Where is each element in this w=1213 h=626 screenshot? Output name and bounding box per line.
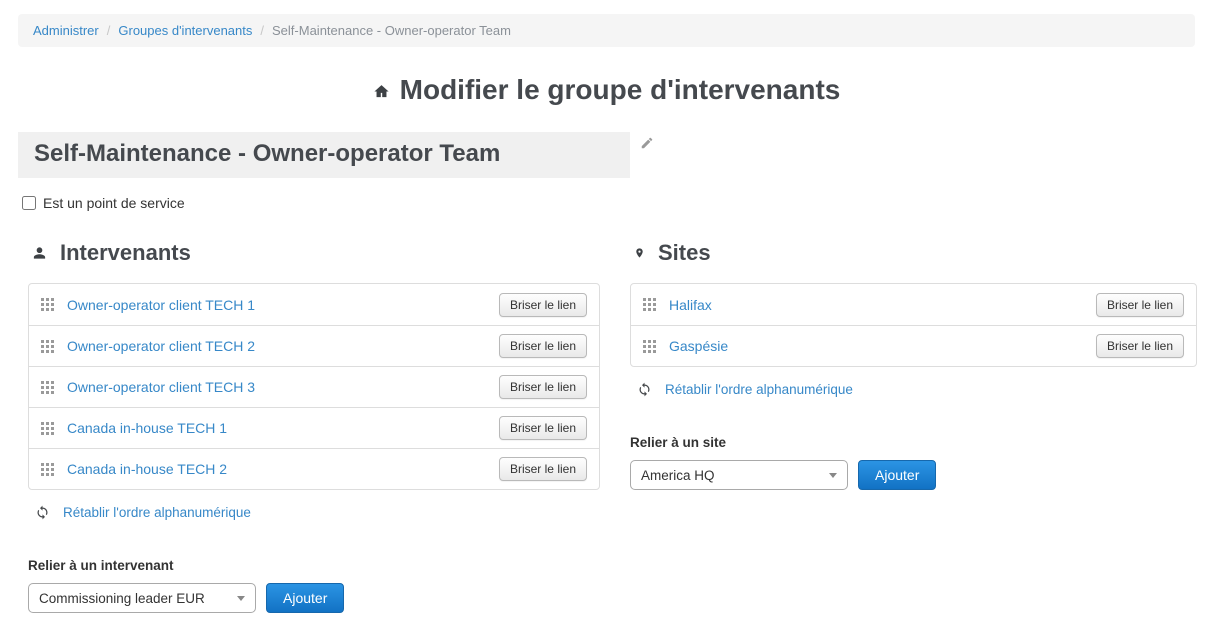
- sites-list: Halifax Briser le lien Gaspésie Briser l…: [630, 283, 1197, 367]
- main-columns: Intervenants Owner-operator client TECH …: [28, 240, 1197, 613]
- site-link[interactable]: Halifax: [669, 297, 712, 313]
- intervenant-select-value: Commissioning leader EUR: [39, 591, 205, 606]
- link-site-label: Relier à un site: [630, 435, 1197, 450]
- intervenants-title-text: Intervenants: [60, 240, 191, 266]
- drag-handle-icon[interactable]: [643, 298, 656, 311]
- pencil-edit-icon[interactable]: [640, 136, 654, 150]
- intervenant-list-item: Owner-operator client TECH 2 Briser le l…: [29, 325, 599, 366]
- intervenant-list-item: Canada in-house TECH 1 Briser le lien: [29, 407, 599, 448]
- group-name-row: Self-Maintenance - Owner-operator Team: [18, 132, 1195, 178]
- breadcrumb-link-groupes-intervenants[interactable]: Groupes d'intervenants: [118, 23, 252, 38]
- site-link[interactable]: Gaspésie: [669, 338, 728, 354]
- intervenants-title: Intervenants: [32, 240, 600, 266]
- intervenant-link[interactable]: Owner-operator client TECH 2: [67, 338, 255, 354]
- reset-order-label: Rétablir l'ordre alphanumérique: [63, 505, 251, 520]
- reset-order-link-intervenants[interactable]: Rétablir l'ordre alphanumérique: [35, 505, 251, 520]
- unlink-button[interactable]: Briser le lien: [499, 293, 587, 317]
- unlink-button[interactable]: Briser le lien: [1096, 334, 1184, 358]
- service-point-label: Est un point de service: [43, 195, 185, 211]
- intervenant-link[interactable]: Canada in-house TECH 1: [67, 420, 227, 436]
- chevron-down-icon: [829, 473, 837, 478]
- breadcrumb-current-page: Self-Maintenance - Owner-operator Team: [272, 23, 511, 38]
- unlink-button[interactable]: Briser le lien: [499, 375, 587, 399]
- reset-order-link-sites[interactable]: Rétablir l'ordre alphanumérique: [637, 382, 853, 397]
- page-title-text: Modifier le groupe d'intervenants: [400, 74, 841, 106]
- unlink-button[interactable]: Briser le lien: [1096, 293, 1184, 317]
- site-list-item: Halifax Briser le lien: [631, 284, 1196, 325]
- intervenant-link[interactable]: Canada in-house TECH 2: [67, 461, 227, 477]
- drag-handle-icon[interactable]: [41, 422, 54, 435]
- intervenant-list-item: Canada in-house TECH 2 Briser le lien: [29, 448, 599, 489]
- breadcrumb: Administrer / Groupes d'intervenants / S…: [18, 14, 1195, 47]
- link-site-form: Relier à un site America HQ Ajouter: [630, 435, 1197, 490]
- site-select[interactable]: America HQ: [630, 460, 848, 490]
- service-point-row: Est un point de service: [22, 195, 1195, 211]
- intervenant-list-item: Owner-operator client TECH 1 Briser le l…: [29, 284, 599, 325]
- drag-handle-icon[interactable]: [643, 340, 656, 353]
- unlink-button[interactable]: Briser le lien: [499, 416, 587, 440]
- reset-order-label: Rétablir l'ordre alphanumérique: [665, 382, 853, 397]
- drag-handle-icon[interactable]: [41, 340, 54, 353]
- site-list-item: Gaspésie Briser le lien: [631, 325, 1196, 366]
- home-icon: [373, 83, 390, 100]
- link-intervenant-form: Relier à un intervenant Commissioning le…: [28, 558, 600, 613]
- chevron-down-icon: [237, 596, 245, 601]
- breadcrumb-separator: /: [260, 23, 264, 38]
- intervenant-select[interactable]: Commissioning leader EUR: [28, 583, 256, 613]
- person-icon: [32, 245, 47, 261]
- drag-handle-icon[interactable]: [41, 381, 54, 394]
- intervenants-section: Intervenants Owner-operator client TECH …: [28, 240, 600, 613]
- sites-title-text: Sites: [658, 240, 711, 266]
- map-marker-icon: [634, 245, 645, 261]
- sites-title: Sites: [634, 240, 1197, 266]
- page-title: Modifier le groupe d'intervenants: [0, 74, 1213, 106]
- refresh-icon: [637, 382, 652, 397]
- intervenants-list: Owner-operator client TECH 1 Briser le l…: [28, 283, 600, 490]
- service-point-checkbox[interactable]: [22, 196, 36, 210]
- sites-section: Sites Halifax Briser le lien Gaspésie: [630, 240, 1197, 613]
- unlink-button[interactable]: Briser le lien: [499, 457, 587, 481]
- breadcrumb-separator: /: [107, 23, 111, 38]
- intervenant-list-item: Owner-operator client TECH 3 Briser le l…: [29, 366, 599, 407]
- link-intervenant-label: Relier à un intervenant: [28, 558, 600, 573]
- drag-handle-icon[interactable]: [41, 298, 54, 311]
- drag-handle-icon[interactable]: [41, 463, 54, 476]
- add-intervenant-button[interactable]: Ajouter: [266, 583, 344, 613]
- breadcrumb-link-administrer[interactable]: Administrer: [33, 23, 99, 38]
- add-site-button[interactable]: Ajouter: [858, 460, 936, 490]
- site-select-value: America HQ: [641, 468, 715, 483]
- intervenant-link[interactable]: Owner-operator client TECH 1: [67, 297, 255, 313]
- group-name-editable[interactable]: Self-Maintenance - Owner-operator Team: [18, 132, 630, 178]
- unlink-button[interactable]: Briser le lien: [499, 334, 587, 358]
- intervenant-link[interactable]: Owner-operator client TECH 3: [67, 379, 255, 395]
- refresh-icon: [35, 505, 50, 520]
